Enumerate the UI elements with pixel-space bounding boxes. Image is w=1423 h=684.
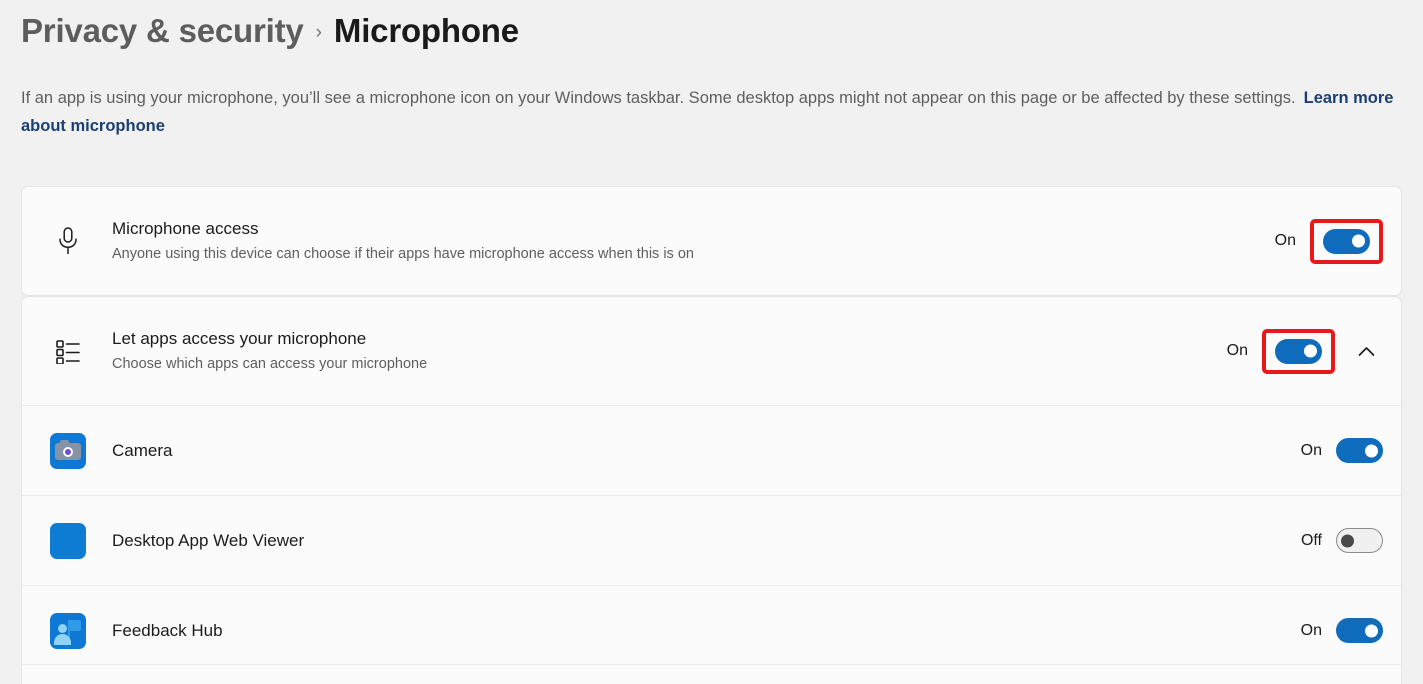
let-apps-access-toggle[interactable]: [1275, 338, 1322, 364]
app-state-label: On: [1300, 441, 1322, 459]
microphone-access-state-label: On: [1274, 232, 1296, 249]
toggle-knob: [1365, 624, 1378, 637]
breadcrumb: Privacy & security › Microphone: [21, 6, 519, 56]
app-row-desktop-app-web-viewer[interactable]: Desktop App Web Viewer Off: [22, 495, 1401, 585]
app-control: On: [1301, 618, 1401, 643]
microphone-access-title: Microphone access: [112, 219, 259, 238]
let-apps-access-row[interactable]: Let apps access your microphone Choose w…: [22, 297, 1401, 405]
toggle-knob: [1365, 444, 1378, 457]
app-row-feedback-hub[interactable]: Feedback Hub On: [22, 585, 1401, 675]
app-state-label: On: [1300, 621, 1322, 639]
app-name: Desktop App Web Viewer: [112, 530, 305, 550]
toggle-knob: [1304, 344, 1317, 358]
app-state-label: Off: [1300, 531, 1322, 549]
microphone-access-control: On: [1274, 218, 1401, 264]
app-row-camera[interactable]: Camera On: [22, 405, 1401, 495]
microphone-access-text: Microphone access Anyone using this devi…: [112, 217, 1275, 265]
microphone-access-row[interactable]: Microphone access Anyone using this devi…: [22, 187, 1401, 295]
let-apps-access-control: On: [1226, 328, 1401, 374]
chevron-up-icon[interactable]: [1349, 334, 1383, 368]
next-app-row-partial: [21, 665, 1402, 684]
app-name-container: Desktop App Web Viewer: [112, 529, 1301, 553]
settings-page: Privacy & security › Microphone If an ap…: [0, 0, 1423, 684]
let-apps-access-text: Let apps access your microphone Choose w…: [112, 327, 1227, 375]
row-divider: [21, 664, 1402, 665]
toggle-knob: [1352, 234, 1365, 248]
let-apps-access-title: Let apps access your microphone: [112, 329, 367, 348]
breadcrumb-parent-privacy-security[interactable]: Privacy & security: [21, 12, 304, 50]
list-icon: [46, 338, 90, 364]
let-apps-access-subtitle: Choose which apps can access your microp…: [112, 356, 428, 372]
toggle-knob: [1341, 534, 1354, 547]
app-name-container: Feedback Hub: [112, 619, 1301, 643]
app-toggle-desktop-app-web-viewer[interactable]: [1336, 528, 1383, 553]
app-name: Feedback Hub: [112, 620, 223, 640]
camera-app-icon: [46, 432, 90, 469]
app-toggle-camera[interactable]: [1336, 438, 1383, 463]
app-name-container: Camera: [112, 439, 1301, 463]
microphone-access-subtitle: Anyone using this device can choose if t…: [112, 246, 694, 262]
page-description-text: If an app is using your microphone, you’…: [21, 89, 1296, 107]
app-toggle-feedback-hub[interactable]: [1336, 618, 1383, 643]
page-description: If an app is using your microphone, you’…: [21, 84, 1401, 140]
app-control: Off: [1301, 528, 1401, 553]
microphone-access-highlight: [1310, 218, 1383, 264]
microphone-icon: [46, 226, 90, 256]
microphone-access-card: Microphone access Anyone using this devi…: [21, 186, 1402, 296]
page-title: Microphone: [333, 12, 519, 49]
app-control: On: [1301, 438, 1401, 463]
let-apps-access-card: Let apps access your microphone Choose w…: [21, 296, 1402, 684]
let-apps-access-state-label: On: [1226, 342, 1248, 359]
app-name: Camera: [112, 440, 173, 460]
feedback-hub-icon: [46, 612, 90, 649]
desktop-app-web-viewer-icon: [46, 522, 90, 559]
breadcrumb-separator-icon: ›: [315, 22, 322, 43]
let-apps-access-highlight: [1262, 328, 1335, 374]
microphone-access-toggle[interactable]: [1323, 228, 1370, 254]
